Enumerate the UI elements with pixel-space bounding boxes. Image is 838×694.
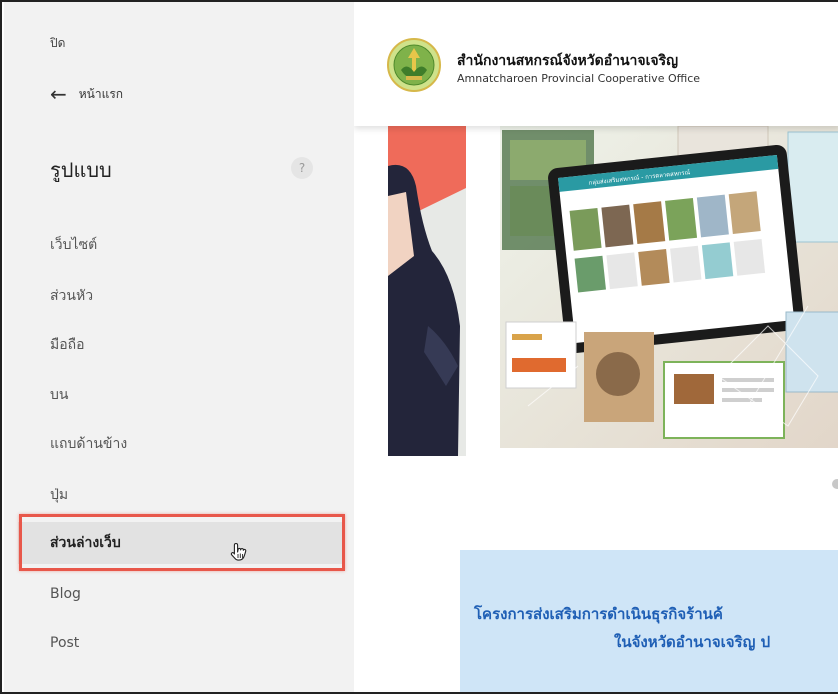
help-icon[interactable]: ? [291, 157, 313, 179]
menu-item-post[interactable]: Post [18, 622, 344, 664]
poster-title-line2: ในจังหวัดอำนาจเจริญ ป [614, 633, 771, 651]
back-to-home-button[interactable]: ← หน้าแรก [50, 84, 123, 104]
menu-item-top[interactable]: บน [18, 374, 344, 416]
site-preview: สำนักงานสหกรณ์จังหวัดอำนาจเจริญ Amnatcha… [354, 2, 838, 692]
menu-item-buttons[interactable]: ปุ่ม [18, 474, 344, 516]
arrow-left-icon: ← [50, 82, 67, 106]
section-title: รูปแบบ [50, 158, 112, 182]
menu-item-header[interactable]: ส่วนหัว [18, 275, 344, 317]
hand-pointer-icon [230, 542, 247, 561]
editor-frame: ปิด ← หน้าแรก รูปแบบ ? เว็บไซต์ ส่วนหัว … [0, 0, 838, 694]
customizer-sidebar: ปิด ← หน้าแรก รูปแบบ ? เว็บไซต์ ส่วนหัว … [4, 2, 355, 692]
menu-item-footer[interactable]: ส่วนล่างเว็บ [18, 522, 344, 564]
close-button[interactable]: ปิด [50, 34, 65, 53]
menu-item-website[interactable]: เว็บไซต์ [18, 224, 344, 266]
menu-item-blog[interactable]: Blog [18, 573, 344, 615]
hero-banner-image: กลุ่มส่งเสริมสหกรณ์ - การตลาดสหกรณ์ [388, 126, 838, 456]
site-header: สำนักงานสหกรณ์จังหวัดอำนาจเจริญ Amnatcha… [354, 2, 838, 126]
back-label: หน้าแรก [78, 86, 124, 101]
poster-title-line1: โครงการส่งเสริมการดำเนินธุรกิจร้านค้ [474, 605, 723, 623]
carousel-dot[interactable] [832, 479, 838, 489]
menu-item-sidebar[interactable]: แถบด้านข้าง [18, 423, 344, 465]
menu-item-mobile[interactable]: มือถือ [18, 324, 344, 366]
cooperative-logo [387, 38, 441, 92]
org-name-english: Amnatcharoen Provincial Cooperative Offi… [457, 72, 701, 85]
org-name-thai: สำนักงานสหกรณ์จังหวัดอำนาจเจริญ [457, 53, 679, 69]
